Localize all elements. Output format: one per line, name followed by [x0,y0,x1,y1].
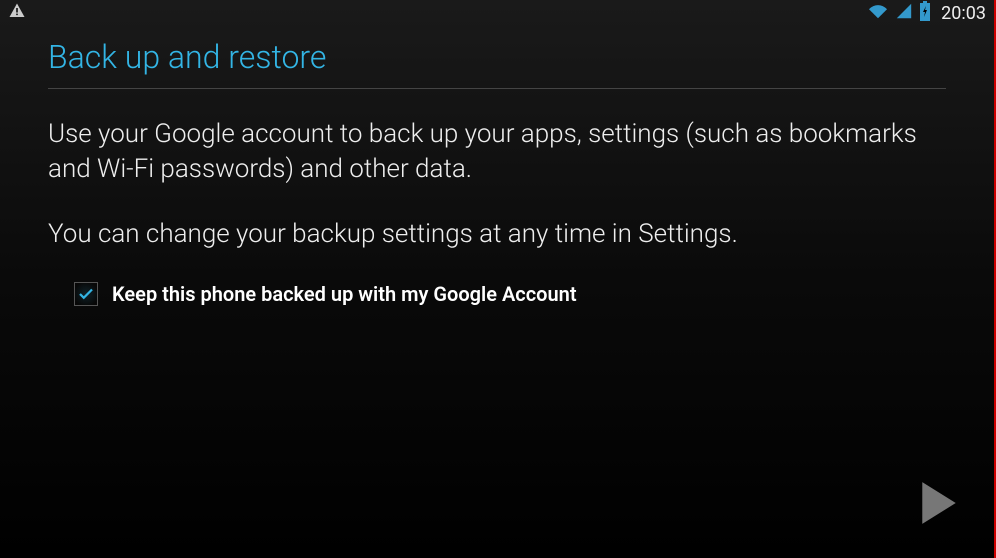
divider [48,88,946,89]
status-bar: 20:03 [0,0,994,26]
status-time: 20:03 [941,3,986,24]
backup-checkbox-label: Keep this phone backed up with my Google… [112,282,577,306]
page-title: Back up and restore [48,38,946,76]
description-paragraph-1: Use your Google account to back up your … [48,117,946,187]
warning-icon [8,2,26,24]
checkmark-icon [77,285,95,303]
description-paragraph-2: You can change your backup settings at a… [48,217,946,252]
backup-checkbox-row[interactable]: Keep this phone backed up with my Google… [48,282,946,306]
wifi-icon [867,2,889,24]
next-button[interactable] [914,478,964,528]
signal-icon [895,2,913,24]
play-arrow-icon [918,480,960,526]
backup-checkbox[interactable] [74,282,98,306]
battery-charging-icon [919,1,931,25]
